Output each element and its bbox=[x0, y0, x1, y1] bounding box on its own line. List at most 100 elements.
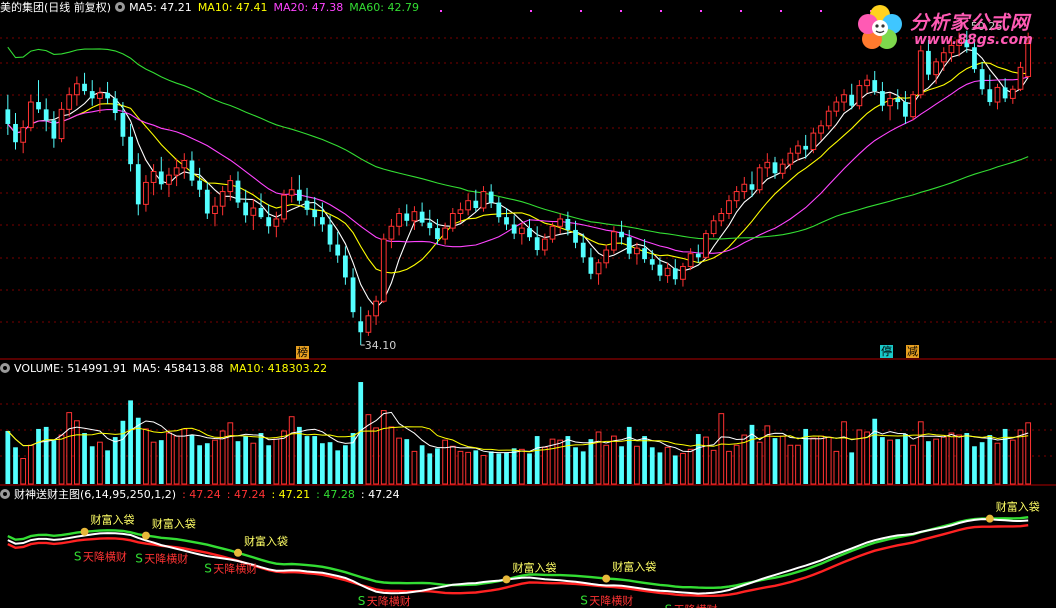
volume-bar bbox=[818, 435, 824, 485]
settings-gear-icon[interactable] bbox=[115, 2, 126, 12]
logo-url: www.88gs.com bbox=[914, 32, 1033, 48]
candle-body bbox=[51, 120, 57, 139]
volume-bar bbox=[411, 450, 418, 485]
volume-bar bbox=[335, 450, 341, 484]
volume-bar bbox=[642, 436, 647, 484]
candle-body bbox=[841, 94, 847, 103]
candle-body bbox=[795, 145, 801, 154]
main-pane-header: 美的集团(日线 前复权) MA5: 47.21 MA10: 47.41 MA20: 4… bbox=[0, 0, 425, 16]
money-bag-icon bbox=[141, 531, 150, 540]
volume-bar bbox=[994, 442, 1001, 485]
profit-label: 财富入袋 bbox=[152, 517, 196, 531]
main-pane-title: 美的集团(日线 前复权) bbox=[0, 1, 112, 14]
volume-bar bbox=[948, 432, 955, 485]
volume-bar bbox=[895, 439, 901, 484]
candle-body bbox=[449, 212, 456, 229]
volume-pane-header: VOLUME: 514991.91 MA5: 458413.88 MA10: 418… bbox=[0, 361, 333, 377]
candle-body bbox=[818, 125, 824, 134]
volume-bar bbox=[128, 400, 133, 484]
candle-body bbox=[319, 217, 325, 225]
candle-body bbox=[465, 200, 472, 211]
volume-bar bbox=[810, 437, 817, 485]
candle-body bbox=[204, 189, 210, 214]
candle-body bbox=[427, 222, 433, 229]
settings-gear-icon[interactable] bbox=[0, 363, 10, 373]
signal-dot bbox=[620, 10, 622, 12]
candle-body bbox=[703, 233, 709, 258]
candle-body bbox=[726, 200, 732, 214]
candle-body bbox=[872, 80, 878, 92]
candle-body bbox=[212, 205, 218, 214]
volume-bar bbox=[5, 430, 11, 484]
volume-bar bbox=[435, 448, 440, 484]
candle-body bbox=[135, 164, 141, 205]
candle-body bbox=[281, 194, 287, 220]
dollar-sign-icon: S bbox=[74, 550, 82, 564]
volume-bar bbox=[841, 421, 847, 485]
flower-icon bbox=[858, 5, 902, 49]
settings-gear-icon[interactable] bbox=[0, 489, 10, 499]
candle-body bbox=[128, 136, 133, 165]
volume-bar bbox=[580, 451, 586, 484]
candle-body bbox=[588, 257, 594, 274]
candle-body bbox=[365, 315, 372, 333]
signal-dot bbox=[780, 10, 782, 12]
candle-body bbox=[787, 152, 794, 165]
volume-bar bbox=[442, 439, 448, 485]
candle-body bbox=[250, 207, 257, 216]
candle-body bbox=[718, 212, 725, 222]
volume-bar bbox=[288, 416, 295, 485]
volume-bar bbox=[573, 447, 578, 484]
candle-body bbox=[197, 180, 203, 190]
candle-body bbox=[741, 183, 748, 193]
candle-body bbox=[97, 92, 103, 99]
volume-ma10-label: MA10: 418303.22 bbox=[229, 362, 328, 375]
volume-bar bbox=[319, 443, 325, 484]
candle-body bbox=[112, 98, 118, 114]
volume-bar bbox=[887, 439, 893, 485]
candle-body bbox=[672, 268, 678, 280]
candle-body bbox=[82, 83, 87, 92]
candle-body bbox=[181, 160, 188, 169]
signal-dot bbox=[700, 10, 702, 12]
candle-body bbox=[856, 85, 863, 107]
money-bag-icon bbox=[502, 575, 511, 584]
volume-bar bbox=[565, 436, 571, 484]
candle-body bbox=[649, 259, 655, 265]
candle-body bbox=[396, 212, 402, 227]
dollar-sign-icon: S bbox=[135, 551, 143, 565]
candle-body bbox=[120, 113, 126, 137]
main-pane-grid bbox=[0, 10, 1056, 486]
candle-body bbox=[695, 253, 701, 258]
indicator-title: 财神送财主图(6,14,95,250,1,2) bbox=[14, 488, 177, 501]
volume-bar bbox=[534, 436, 540, 484]
volume-bar bbox=[703, 436, 709, 485]
volume-bar bbox=[940, 436, 947, 485]
candle-body bbox=[756, 167, 763, 191]
candle-body bbox=[419, 211, 425, 223]
candle-body bbox=[603, 249, 610, 264]
candle-body bbox=[979, 69, 985, 90]
candle-body bbox=[642, 248, 647, 260]
candle-body bbox=[36, 102, 41, 110]
candle-body bbox=[534, 237, 540, 251]
volume-bar bbox=[903, 434, 908, 484]
candle-body bbox=[864, 79, 870, 87]
volume-bar bbox=[43, 426, 49, 484]
signal-dot bbox=[580, 10, 582, 12]
windfall-label: 天降横财 bbox=[367, 594, 411, 608]
volume-bar bbox=[825, 436, 832, 485]
candle-body bbox=[335, 244, 341, 256]
volume-bar bbox=[619, 446, 624, 484]
volume-bar bbox=[312, 436, 318, 484]
volume-bar bbox=[779, 435, 786, 485]
candle-body bbox=[511, 224, 517, 234]
volume-bar bbox=[480, 454, 487, 485]
signal-dot bbox=[740, 10, 742, 12]
volume-bar bbox=[1017, 429, 1024, 485]
stock-chart: S天降横财S天降横财S天降横财S天降横财S天降横财S天降横财财富入袋财富入袋财富… bbox=[0, 10, 1056, 608]
candle-body bbox=[933, 61, 939, 76]
volume-bar bbox=[58, 434, 65, 485]
ma10-label: MA10: 47.41 bbox=[197, 1, 268, 14]
candle-body bbox=[288, 189, 295, 196]
